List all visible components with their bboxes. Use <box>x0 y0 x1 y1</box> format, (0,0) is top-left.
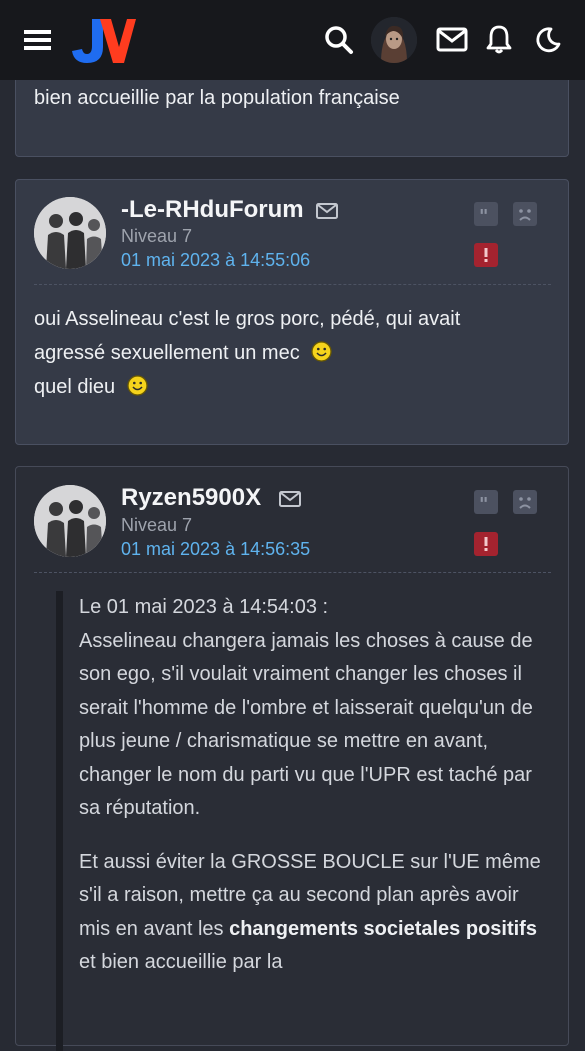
mail-icon[interactable] <box>279 491 301 507</box>
post-level: Niveau 7 <box>121 226 193 246</box>
avatar[interactable] <box>371 17 417 63</box>
svg-text:": " <box>479 494 488 514</box>
mail-icon[interactable] <box>316 203 338 219</box>
post-avatar[interactable] <box>34 197 106 269</box>
quote-icon: " <box>479 206 488 227</box>
bell-icon[interactable] <box>486 24 512 54</box>
post-text-fragment: agressé sexuellement un mec <box>34 342 300 364</box>
divider <box>34 572 551 573</box>
post-card: -Le-RHduForum Niveau 7 01 mai 2023 à 14:… <box>15 179 569 445</box>
post-text-fragment: quel dieu <box>34 376 116 398</box>
quote-paragraph: Et aussi éviter la GROSSE BOUCLE sur l'U… <box>79 846 551 980</box>
post-content: oui Asselineau c'est le gros porc, pédé,… <box>34 302 551 404</box>
menu-icon[interactable] <box>24 30 51 50</box>
post-text-line: oui Asselineau c'est le gros porc, pédé,… <box>34 308 461 330</box>
quote-paragraph: Asselineau changera jamais les choses à … <box>79 629 533 820</box>
post-level: Niveau 7 <box>121 515 193 535</box>
smiley-icon <box>311 341 332 362</box>
top-bar <box>0 0 585 80</box>
search-icon[interactable] <box>324 25 354 55</box>
post-text-line: quel dieu <box>34 370 551 404</box>
post-card: Ryzen5900X Niveau 7 01 mai 2023 à 14:56:… <box>15 466 569 1051</box>
jv-logo[interactable] <box>70 17 136 65</box>
quoted-message: Le 01 mai 2023 à 14:54:03 : Asselineau c… <box>56 591 551 1051</box>
post-username[interactable]: -Le-RHduForum <box>121 196 304 224</box>
moon-icon[interactable] <box>534 26 562 54</box>
quote-button[interactable]: " <box>474 490 498 515</box>
post-date[interactable]: 01 mai 2023 à 14:56:35 <box>121 539 310 560</box>
post-text: bien accueillie par la population frança… <box>34 87 400 109</box>
post-date[interactable]: 01 mai 2023 à 14:55:06 <box>121 250 310 271</box>
quote-icon: " <box>479 494 488 515</box>
report-button[interactable] <box>474 243 498 267</box>
smiley-icon <box>127 375 148 396</box>
page: bien accueillie par la population frança… <box>0 0 585 1051</box>
quote-button[interactable]: " <box>474 202 498 227</box>
post-username[interactable]: Ryzen5900X <box>121 484 261 512</box>
sad-face-icon <box>519 497 531 509</box>
quote-bold-text: changements societales positifs <box>229 917 537 940</box>
quote-header: Le 01 mai 2023 à 14:54:03 : <box>79 596 329 618</box>
post-text-line: agressé sexuellement un mec <box>34 336 551 370</box>
ignore-button[interactable] <box>513 490 537 514</box>
alert-icon <box>484 248 488 262</box>
report-button[interactable] <box>474 532 498 556</box>
post-avatar[interactable] <box>34 485 106 557</box>
sad-face-icon <box>519 209 531 221</box>
alert-icon <box>484 537 488 551</box>
mail-icon[interactable] <box>436 27 468 52</box>
ignore-button[interactable] <box>513 202 537 226</box>
svg-text:": " <box>479 206 488 226</box>
divider <box>34 284 551 285</box>
quote-text: et bien accueillie par la <box>79 951 283 973</box>
